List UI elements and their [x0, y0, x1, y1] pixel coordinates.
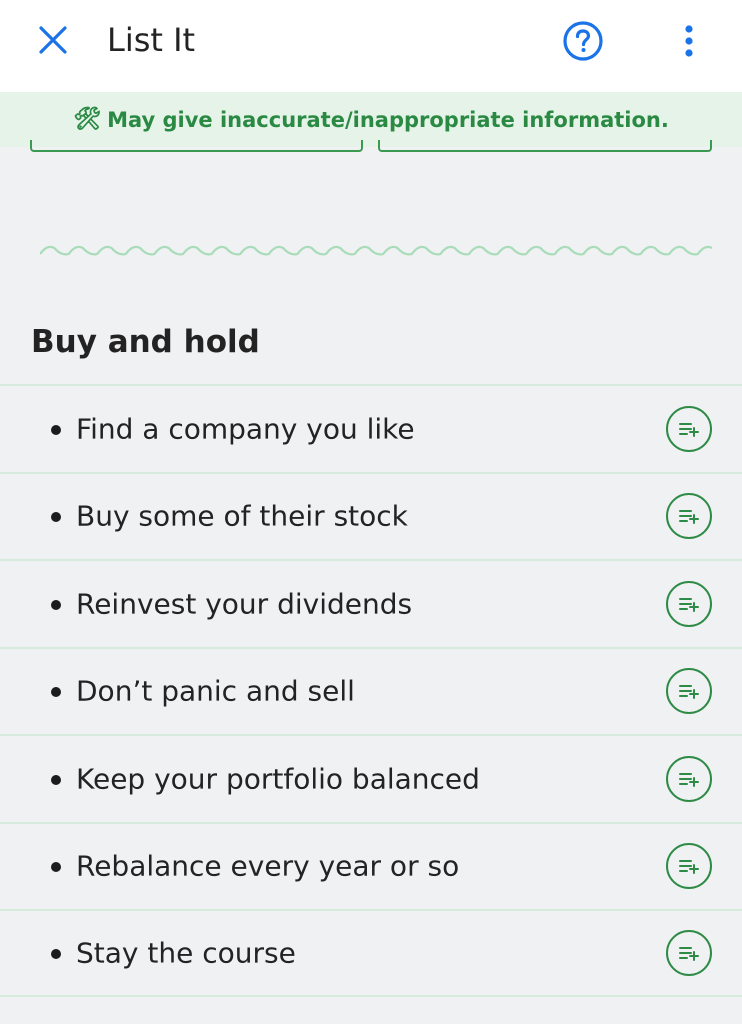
- list-item-label: Buy some of their stock: [76, 499, 408, 533]
- wavy-divider: [40, 245, 712, 256]
- list-item-label: Don’t panic and sell: [76, 674, 355, 708]
- playlist-add-icon: [679, 946, 699, 961]
- list-item-label: Stay the course: [76, 936, 296, 970]
- list-item: Reinvest your dividends: [0, 559, 742, 647]
- list-item: Rebalance every year or so: [0, 821, 742, 910]
- bullet-icon: [51, 424, 61, 435]
- add-to-list-button[interactable]: [666, 843, 712, 890]
- bullet-icon: [51, 599, 61, 610]
- more-vertical-icon: [685, 25, 693, 57]
- add-to-list-button[interactable]: [666, 755, 712, 802]
- list-item: Buy some of their stock: [0, 471, 742, 560]
- list-item-label: Find a company you like: [76, 412, 415, 446]
- add-to-list-button[interactable]: [666, 405, 712, 452]
- list-item: Don’t panic and sell: [0, 646, 742, 735]
- playlist-add-icon: [679, 860, 699, 875]
- help-circle-icon: [563, 21, 603, 61]
- add-to-list-button[interactable]: [666, 580, 712, 627]
- close-button[interactable]: [30, 19, 76, 61]
- add-to-list-button[interactable]: [666, 929, 712, 976]
- bullet-icon: [51, 687, 61, 698]
- app-bar: List It: [0, 0, 742, 92]
- section-title: Buy and hold: [31, 324, 260, 360]
- add-to-list-button[interactable]: [666, 493, 712, 540]
- help-button[interactable]: [560, 18, 606, 64]
- close-icon: [39, 26, 67, 54]
- list-item-label: Keep your portfolio balanced: [76, 762, 480, 796]
- bullet-icon: [51, 512, 61, 523]
- bullet-icon: [51, 862, 61, 873]
- bullet-icon: [51, 948, 61, 959]
- disclaimer-banner: 🛠 May give inaccurate/inappropriate info…: [0, 92, 742, 147]
- playlist-add-icon: [679, 685, 699, 700]
- playlist-add-icon: [679, 422, 699, 437]
- item-list: Find a company you like Buy some of their…: [0, 384, 742, 997]
- more-options-button[interactable]: [666, 18, 712, 64]
- list-item: Stay the course: [0, 909, 742, 997]
- page-title: List It: [107, 21, 196, 59]
- list-item-label: Reinvest your dividends: [76, 587, 413, 621]
- list-item-label: Rebalance every year or so: [76, 849, 460, 883]
- card-edge-left: [30, 140, 363, 152]
- add-to-list-button[interactable]: [666, 668, 712, 715]
- list-item: Find a company you like: [0, 384, 742, 472]
- disclaimer-text: May give inaccurate/inappropriate inform…: [107, 107, 669, 132]
- tools-icon: 🛠: [73, 107, 102, 132]
- list-item: Keep your portfolio balanced: [0, 734, 742, 822]
- playlist-add-icon: [679, 510, 699, 525]
- bullet-icon: [51, 774, 61, 785]
- playlist-add-icon: [679, 597, 699, 612]
- playlist-add-icon: [679, 772, 699, 787]
- card-edge-right: [378, 140, 712, 152]
